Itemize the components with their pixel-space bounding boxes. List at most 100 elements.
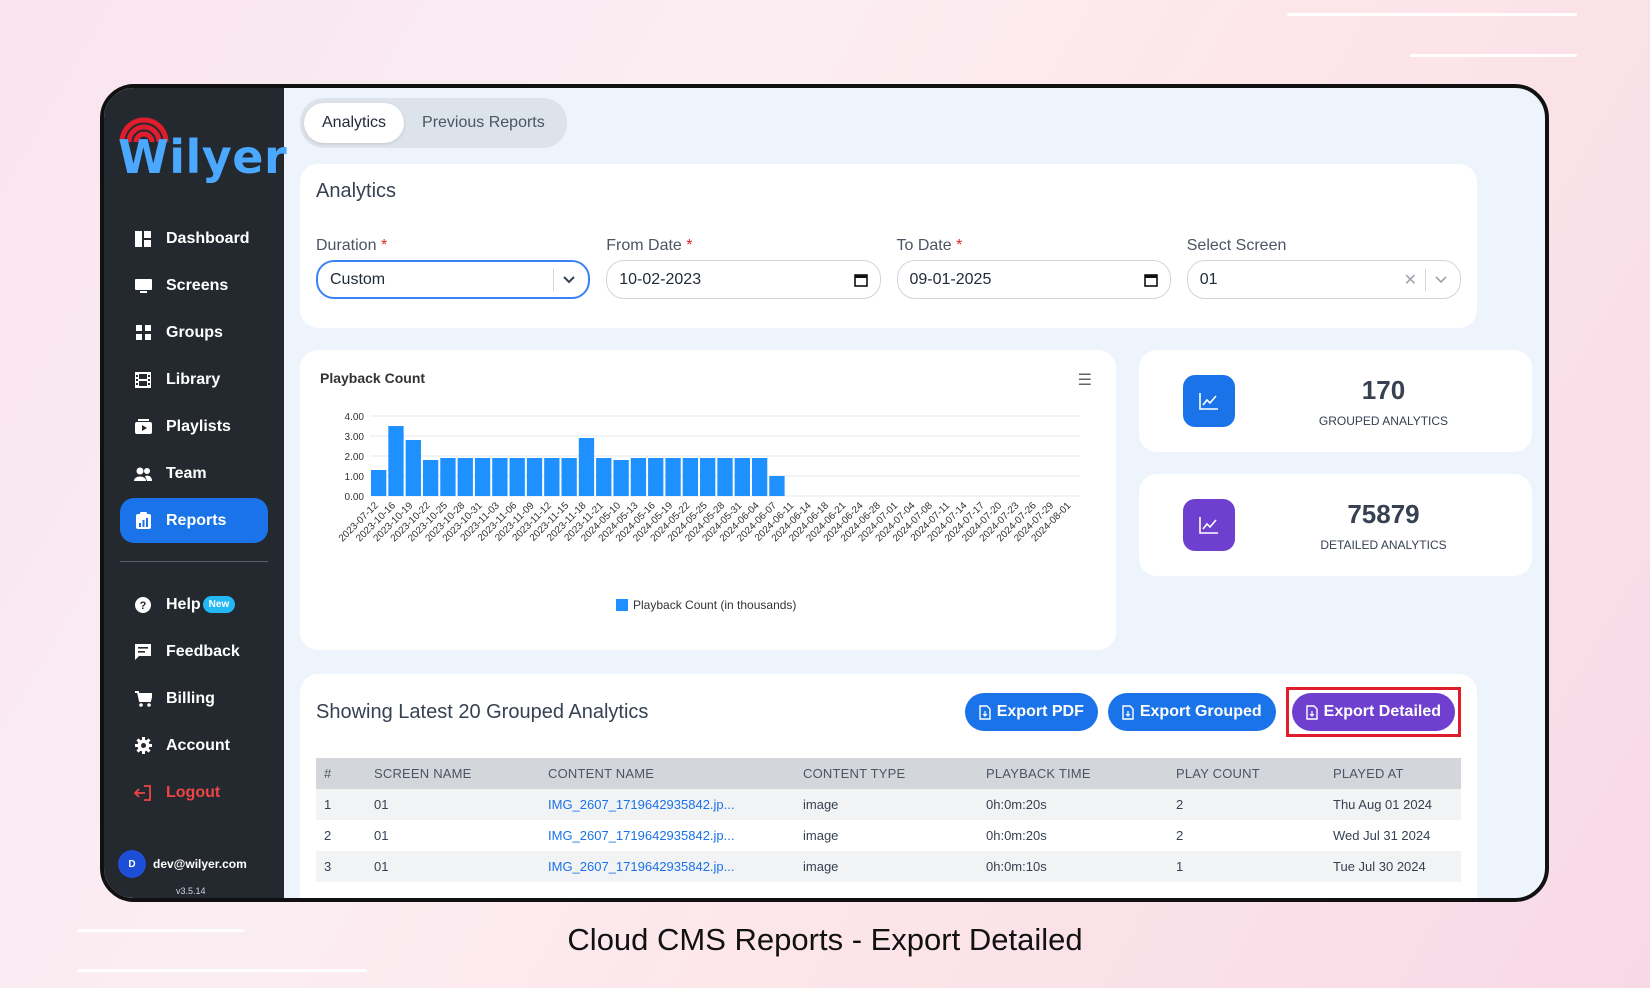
sidebar-item-screens[interactable]: Screens (120, 263, 268, 308)
chart-bar[interactable] (371, 470, 387, 496)
duration-label: Duration (316, 237, 377, 254)
cell-index: 1 (316, 789, 366, 820)
filters-card: Analytics Duration * Custom From Date * … (300, 164, 1477, 328)
column-header[interactable]: CONTENT TYPE (795, 758, 978, 789)
tab-previous-reports[interactable]: Previous Reports (404, 103, 563, 143)
chart-bar[interactable] (700, 458, 716, 496)
brand-name: Wilyer (118, 130, 288, 184)
calendar-icon[interactable] (853, 273, 868, 287)
sidebar-item-dashboard[interactable]: Dashboard (120, 216, 268, 261)
menu-icon[interactable]: ☰ (1078, 370, 1092, 390)
cell-content-link[interactable]: IMG_2607_1719642935842.jp... (540, 851, 795, 882)
cell-play-count: 2 (1168, 789, 1325, 820)
sidebar-item-account[interactable]: Account (120, 723, 268, 768)
screen-select[interactable]: 01 ✕ (1186, 260, 1461, 299)
column-header[interactable]: SCREEN NAME (366, 758, 540, 789)
export-grouped-button[interactable]: Export Grouped (1107, 693, 1276, 731)
chevron-down-icon[interactable] (1434, 275, 1448, 285)
table-title: Showing Latest 20 Grouped Analytics (316, 700, 649, 723)
chart-bar[interactable] (544, 458, 560, 496)
column-header[interactable]: PLAYBACK TIME (978, 758, 1168, 789)
calendar-icon[interactable] (1143, 273, 1158, 287)
chart-bar[interactable] (388, 426, 404, 496)
duration-select[interactable]: Custom (316, 260, 591, 299)
main-content: Analytics Previous Reports Analytics Dur… (284, 88, 1545, 898)
chart-bar[interactable] (509, 458, 525, 496)
cell-index: 3 (316, 851, 366, 882)
chart-bar[interactable] (405, 440, 421, 496)
sidebar-item-logout[interactable]: Logout (120, 770, 268, 815)
screen-value: 01 (1199, 270, 1218, 288)
chart-bar[interactable] (526, 458, 543, 496)
sidebar-item-label: Feedback (166, 642, 240, 660)
export-pdf-label: Export PDF (996, 703, 1084, 720)
chart-bar[interactable] (665, 458, 681, 496)
playback-chart-card: Playback Count ☰ 0.00 1.00 2.00 3.00 4.00 202… (300, 350, 1116, 650)
chart-bar[interactable] (440, 458, 456, 496)
from-date-field: From Date * 10-02-2023 (606, 237, 881, 299)
sidebar-item-library[interactable]: Library (120, 357, 268, 402)
clear-icon[interactable]: ✕ (1404, 270, 1417, 290)
column-header[interactable]: CONTENT NAME (540, 758, 795, 789)
table-row[interactable]: 3 01 IMG_2607_1719642935842.jp... image … (316, 851, 1461, 882)
gear-icon (134, 737, 152, 755)
sidebar-item-groups[interactable]: Groups (120, 310, 268, 355)
y-tick-label: 3.00 (345, 432, 365, 443)
sidebar-item-reports[interactable]: Reports (120, 498, 268, 543)
cell-playback-time: 0h:0m:20s (978, 789, 1168, 820)
export-detailed-button[interactable]: Export Detailed (1291, 693, 1455, 731)
chart-legend[interactable]: Playback Count (in thousands) (616, 598, 796, 612)
cell-playback-time: 0h:0m:20s (986, 828, 1047, 843)
sidebar-item-team[interactable]: Team (120, 451, 268, 496)
sidebar-item-feedback[interactable]: Feedback (120, 629, 268, 674)
report-icon (134, 512, 152, 530)
chart-bar[interactable] (717, 458, 733, 496)
column-header[interactable]: # (316, 758, 366, 789)
cell-content-link[interactable]: IMG_2607_1719642935842.jp... (540, 789, 795, 820)
chart-bar[interactable] (561, 458, 577, 496)
chart-bar[interactable] (613, 460, 629, 496)
grouped-analytics-label: GROUPED ANALYTICS (1318, 413, 1449, 428)
column-header[interactable]: PLAY COUNT (1168, 758, 1325, 789)
duration-field: Duration * Custom (316, 237, 591, 299)
table-row[interactable]: 2 01 IMG_2607_1719642935842.jp... image … (316, 820, 1461, 851)
sidebar-item-label: Billing (166, 689, 215, 707)
sidebar-item-label: Logout (166, 783, 221, 801)
chart-line-icon (1183, 375, 1235, 427)
chart-bar[interactable] (422, 460, 439, 496)
chart-bar[interactable] (751, 458, 768, 496)
export-pdf-button[interactable]: Export PDF (964, 693, 1098, 731)
chart-bar[interactable] (596, 458, 612, 496)
sidebar-divider (120, 561, 268, 562)
sidebar-item-playlists[interactable]: Playlists (120, 404, 268, 449)
chart-bar[interactable] (769, 476, 785, 496)
chart-bar[interactable] (630, 458, 647, 496)
screen-field: Select Screen 01 ✕ (1186, 237, 1461, 299)
highlight-box: Export Detailed (1285, 687, 1461, 737)
chart-bar[interactable] (457, 458, 473, 496)
user-email: dev@wilyer.com (153, 857, 247, 871)
sidebar-item-billing[interactable]: Billing (120, 676, 268, 721)
chart-bar[interactable] (474, 458, 491, 496)
legend-label: Playback Count (in thousands) (633, 598, 797, 612)
user-profile[interactable]: D dev@wilyer.com (118, 850, 247, 878)
table-row[interactable]: 1 01 IMG_2607_1719642935842.jp... image … (316, 789, 1461, 820)
chart-bar[interactable] (682, 458, 699, 496)
tab-analytics[interactable]: Analytics (304, 103, 405, 143)
from-date-input[interactable]: 10-02-2023 (606, 260, 881, 299)
file-icon (1122, 704, 1134, 720)
sidebar-item-help[interactable]: ? Help New (120, 582, 268, 627)
detailed-analytics-card: 75879 DETAILED ANALYTICS (1139, 474, 1532, 576)
chart-bar[interactable] (492, 458, 508, 496)
chart-bar[interactable] (578, 438, 595, 496)
file-icon (979, 704, 991, 720)
chart-bar[interactable] (734, 458, 750, 496)
to-date-input[interactable]: 09-01-2025 (896, 260, 1171, 299)
logout-icon (134, 784, 152, 802)
cell-play-count: 1 (1168, 851, 1325, 882)
y-tick-label: 2.00 (345, 452, 365, 463)
cell-content-link[interactable]: IMG_2607_1719642935842.jp... (540, 820, 795, 851)
chart-bar[interactable] (648, 458, 664, 496)
column-header[interactable]: PLAYED AT (1325, 758, 1461, 789)
feedback-icon (134, 643, 152, 661)
